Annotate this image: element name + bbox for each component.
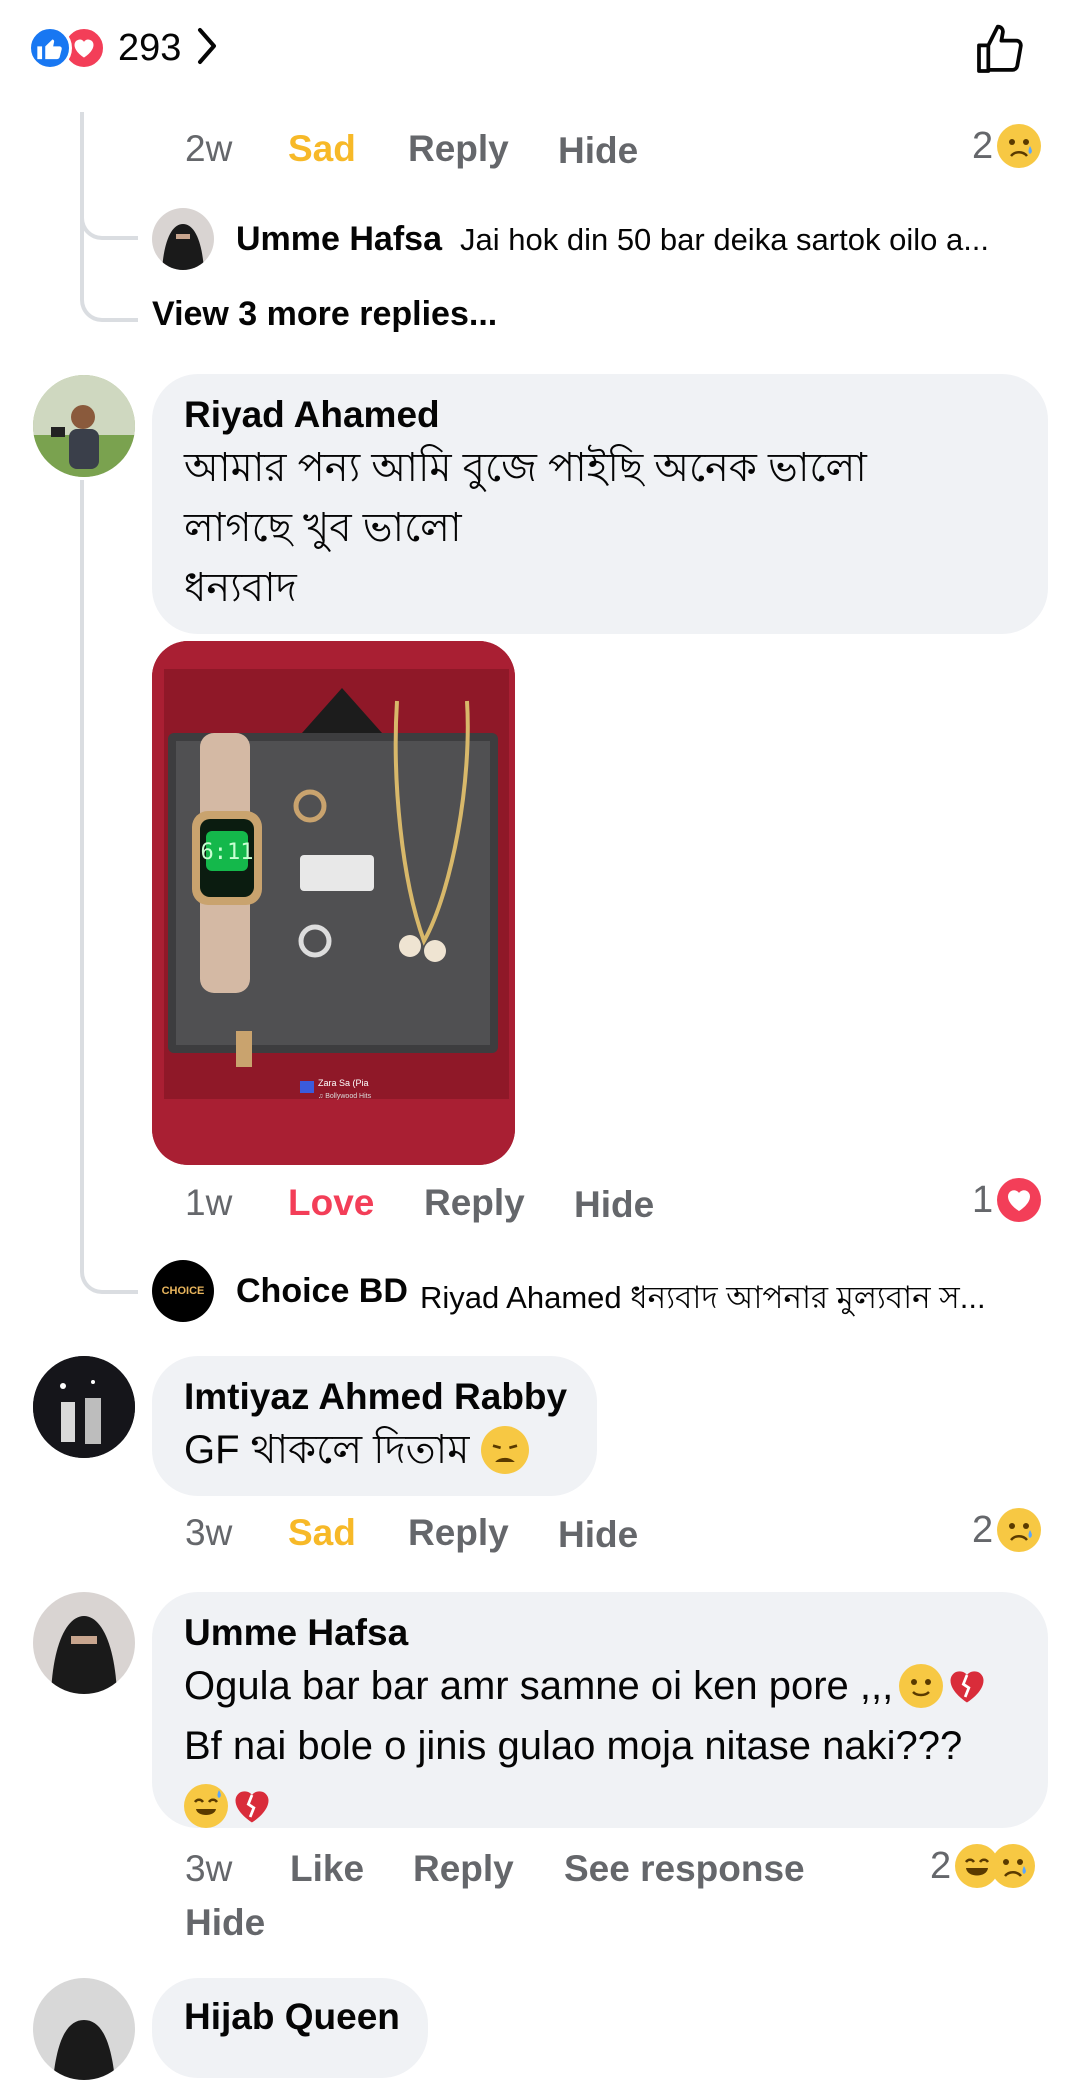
sad-emoji-icon — [997, 1508, 1042, 1552]
hide-button[interactable]: Hide — [574, 1184, 654, 1226]
reply-author[interactable]: Choice BD — [236, 1272, 408, 1311]
comment-author[interactable]: Hijab Queen — [184, 1996, 400, 2038]
sad-reaction-label[interactable]: Sad — [288, 1512, 356, 1554]
reaction-count-badge: 2 — [930, 1844, 1036, 1888]
avatar[interactable] — [33, 375, 135, 477]
chevron-right-icon — [195, 26, 219, 71]
reply-button[interactable]: Reply — [413, 1848, 514, 1890]
thread-line — [80, 112, 84, 274]
avatar[interactable] — [33, 1356, 135, 1458]
comment-photo[interactable]: 6:11 Zara Sa (Pia ♫ Bollywood Hits — [152, 641, 515, 1165]
comment-text: GF থাকলে দিতাম — [184, 1420, 530, 1480]
like-reaction-icon — [28, 26, 72, 70]
see-response-button[interactable]: See response — [564, 1848, 805, 1890]
comment-text: আমার পন্য আমি বুজে পাইছি অনেক ভালো লাগছে… — [184, 446, 867, 610]
comment-author[interactable]: Riyad Ahamed — [184, 394, 440, 436]
thread-line — [80, 480, 84, 1270]
avatar[interactable] — [33, 1592, 135, 1694]
reply-text[interactable]: Jai hok din 50 bar deika sartok oilo a..… — [460, 222, 989, 258]
watch-time: 6:11 — [201, 840, 254, 865]
sad-reaction-label[interactable]: Sad — [288, 128, 356, 170]
hide-button[interactable]: Hide — [558, 130, 638, 172]
weary-emoji-icon — [481, 1426, 530, 1474]
reply-button[interactable]: Reply — [408, 128, 509, 170]
broken-heart-icon — [945, 1664, 989, 1708]
photo-caption-sub: ♫ Bollywood Hits — [318, 1093, 372, 1100]
sweat-smile-emoji-icon — [184, 1784, 228, 1828]
view-more-replies[interactable]: View 3 more replies... — [152, 295, 497, 334]
avatar-logo-text: CHOICE — [161, 1285, 205, 1297]
reply-text[interactable]: Riyad Ahamed ধন্যবাদ আপনার মুল্যবান স... — [420, 1274, 986, 1326]
avatar[interactable] — [152, 208, 214, 270]
comment-time: 3w — [185, 1512, 233, 1553]
hide-button[interactable]: Hide — [558, 1514, 638, 1556]
broken-heart-icon — [230, 1784, 274, 1828]
photo-caption: Zara Sa (Pia — [318, 1078, 369, 1088]
reaction-summary[interactable]: 293 — [28, 24, 219, 72]
reply-button[interactable]: Reply — [408, 1512, 509, 1554]
love-emoji-icon — [997, 1178, 1042, 1222]
laugh-emoji-icon — [955, 1844, 1000, 1888]
comment-text: Ogula bar bar amr samne oi ken pore ,,, … — [184, 1656, 1024, 1836]
reply-button[interactable]: Reply — [424, 1182, 525, 1224]
like-reaction-button[interactable]: Like — [290, 1848, 364, 1890]
reaction-count-badge: 2 — [972, 1508, 1042, 1552]
reaction-count: 293 — [118, 26, 182, 69]
thumbs-up-icon — [977, 24, 1023, 73]
sad-emoji-icon — [997, 124, 1042, 168]
comment-time: 1w — [185, 1182, 233, 1223]
avatar[interactable]: CHOICE — [152, 1260, 214, 1322]
smile-emoji-icon — [899, 1664, 944, 1708]
reply-author[interactable]: Umme Hafsa — [236, 220, 442, 259]
avatar[interactable] — [33, 1978, 135, 2080]
hide-button[interactable]: Hide — [185, 1902, 265, 1944]
comment-author[interactable]: Umme Hafsa — [184, 1612, 408, 1654]
thread-connector — [80, 1250, 138, 1294]
comment-time: 3w — [185, 1848, 233, 1889]
thread-connector — [80, 270, 138, 322]
comment-author[interactable]: Imtiyaz Ahmed Rabby — [184, 1376, 567, 1418]
reaction-count-badge: 1 — [972, 1178, 1042, 1222]
reaction-count-badge: 2 — [972, 124, 1042, 168]
comment-time: 2w — [185, 128, 233, 169]
thread-connector — [80, 200, 138, 240]
love-reaction-label[interactable]: Love — [288, 1182, 374, 1224]
like-button[interactable] — [972, 22, 1028, 83]
